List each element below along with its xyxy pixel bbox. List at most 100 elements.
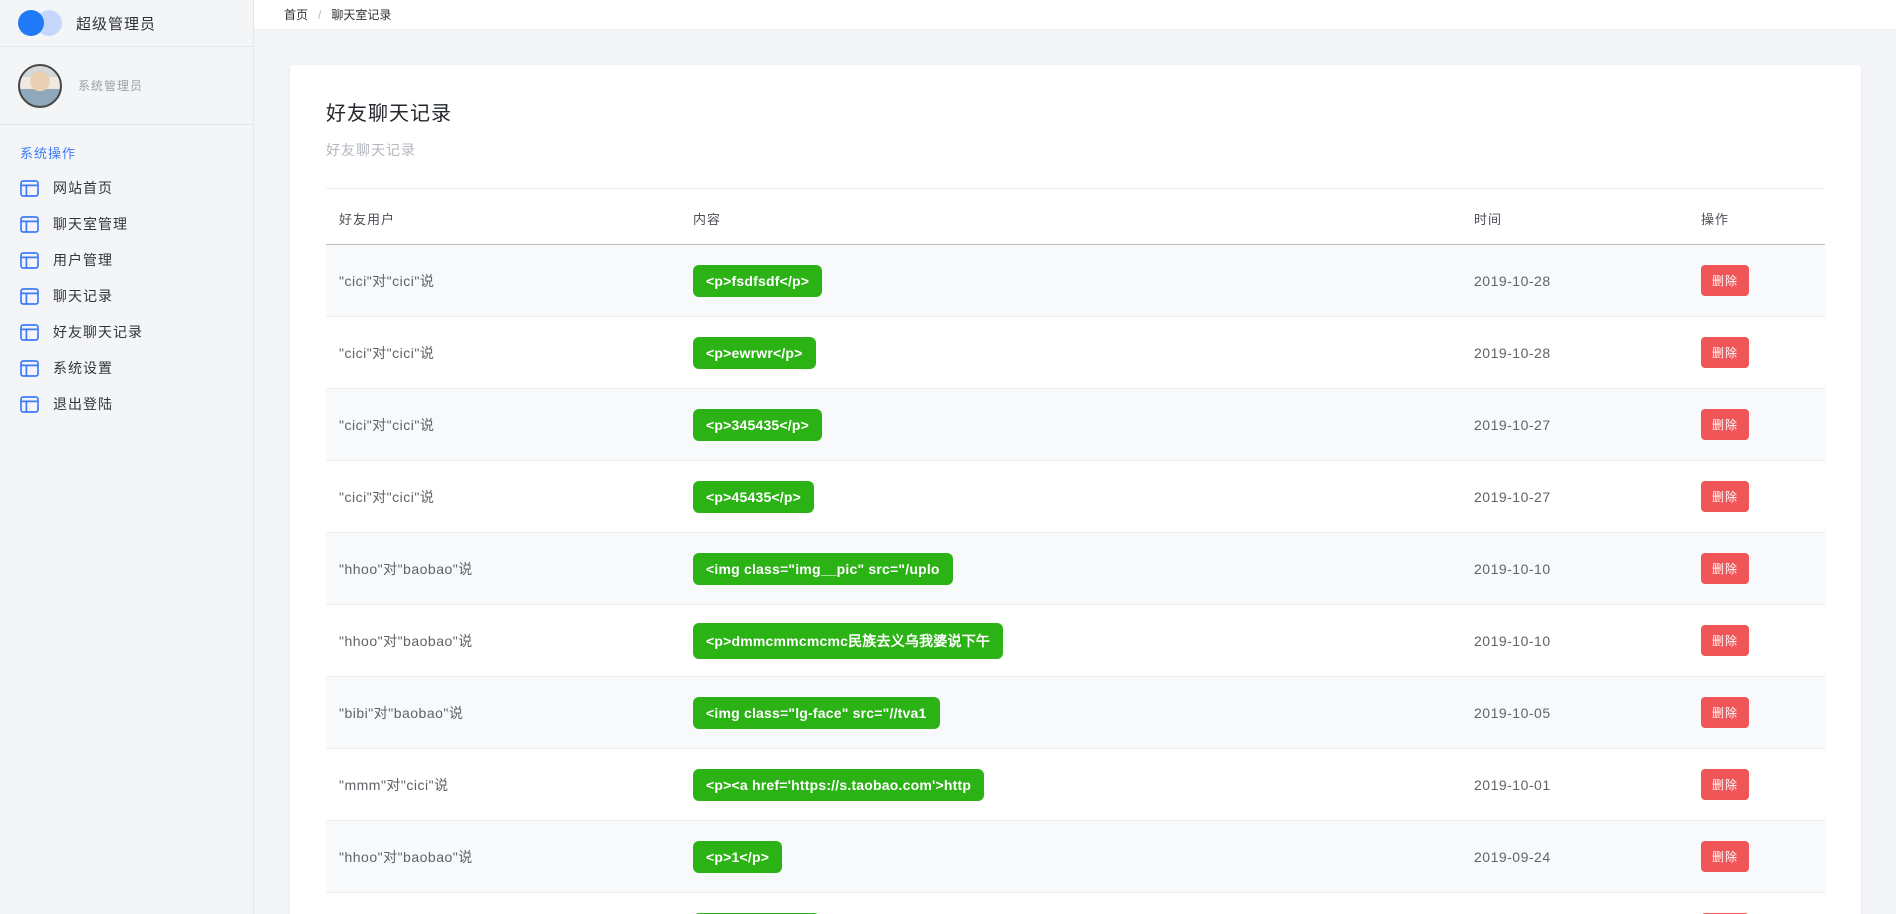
row-content: <p>1</p> xyxy=(680,841,1461,873)
table-row: "hhoo"对"baobao"说 <p>111233</p> 2019-09-2… xyxy=(326,893,1825,914)
content-badge: <p>fsdfsdf</p> xyxy=(693,265,822,297)
delete-button[interactable]: 删除 xyxy=(1701,481,1749,512)
table-row: "hhoo"对"baobao"说 <p>1</p> 2019-09-24 删除 xyxy=(326,821,1825,893)
page-subtitle: 好友聊天记录 xyxy=(326,140,1825,160)
page-title: 好友聊天记录 xyxy=(326,97,1825,126)
table-row: "hhoo"对"baobao"说 <img class="img__pic" s… xyxy=(326,533,1825,605)
row-action: 删除 xyxy=(1688,769,1825,800)
content-badge: <p><a href='https://s.taobao.com'>http xyxy=(693,769,984,801)
sidebar: 超级管理员 系统管理员 系统操作 网站首页 聊天室管理 xyxy=(0,0,254,914)
layout-grid-icon xyxy=(20,252,39,269)
table-header: 好友用户 内容 时间 操作 xyxy=(326,189,1825,245)
sidebar-menu-item-label: 系统设置 xyxy=(53,358,113,378)
row-user: "hhoo"对"baobao"说 xyxy=(326,559,680,579)
row-action: 删除 xyxy=(1688,625,1825,656)
breadcrumb-separator: / xyxy=(318,8,321,22)
table-row: "mmm"对"cici"说 <p><a href='https://s.taob… xyxy=(326,749,1825,821)
delete-button[interactable]: 删除 xyxy=(1701,337,1749,368)
row-user: "cici"对"cici"说 xyxy=(326,343,680,363)
sidebar-menu-item-label: 聊天室管理 xyxy=(53,214,128,234)
row-content: <p>dmmcmmcmcmc民族去义乌我婆说下午 xyxy=(680,623,1461,659)
menu-section-title: 系统操作 xyxy=(20,143,253,162)
sidebar-menu-item[interactable]: 用户管理 xyxy=(20,242,253,278)
row-date: 2019-09-24 xyxy=(1461,849,1688,865)
row-content: <img class="img__pic" src="/uplo xyxy=(680,553,1461,585)
row-date: 2019-10-01 xyxy=(1461,777,1688,793)
row-action: 删除 xyxy=(1688,481,1825,512)
row-user: "mmm"对"cici"说 xyxy=(326,775,680,795)
column-header-action: 操作 xyxy=(1688,209,1825,228)
content-badge: <p>345435</p> xyxy=(693,409,822,441)
row-content: <p>45435</p> xyxy=(680,481,1461,513)
sidebar-menu-item-label: 聊天记录 xyxy=(53,286,113,306)
sidebar-menu-item-label: 用户管理 xyxy=(53,250,113,270)
row-content: <p>ewrwr</p> xyxy=(680,337,1461,369)
delete-button[interactable]: 删除 xyxy=(1701,697,1749,728)
table-body: "cici"对"cici"说 <p>fsdfsdf</p> 2019-10-28… xyxy=(326,245,1825,914)
delete-button[interactable]: 删除 xyxy=(1701,841,1749,872)
app-logo-icon xyxy=(18,10,62,36)
row-user: "hhoo"对"baobao"说 xyxy=(326,847,680,867)
layout-grid-icon xyxy=(20,360,39,377)
content-badge: <img class="img__pic" src="/uplo xyxy=(693,553,953,585)
content-badge: <p>ewrwr</p> xyxy=(693,337,816,369)
menu-items-container: 网站首页 聊天室管理 用户管理 xyxy=(20,170,253,422)
breadcrumb-home[interactable]: 首页 xyxy=(284,6,308,23)
row-action: 删除 xyxy=(1688,409,1825,440)
layout-grid-icon xyxy=(20,324,39,341)
delete-button[interactable]: 删除 xyxy=(1701,553,1749,584)
table-row: "cici"对"cici"说 <p>ewrwr</p> 2019-10-28 删… xyxy=(326,317,1825,389)
table-row: "cici"对"cici"说 <p>fsdfsdf</p> 2019-10-28… xyxy=(326,245,1825,317)
delete-button[interactable]: 删除 xyxy=(1701,265,1749,296)
sidebar-menu-item-label: 退出登陆 xyxy=(53,394,113,414)
sidebar-menu-item[interactable]: 聊天记录 xyxy=(20,278,253,314)
row-user: "cici"对"cici"说 xyxy=(326,415,680,435)
sidebar-menu-item-label: 好友聊天记录 xyxy=(53,322,143,342)
row-date: 2019-10-27 xyxy=(1461,489,1688,505)
sidebar-menu-item-label: 网站首页 xyxy=(53,178,113,198)
table-row: "bibi"对"baobao"说 <img class="lg-face" sr… xyxy=(326,677,1825,749)
layout-grid-icon xyxy=(20,216,39,233)
column-header-user: 好友用户 xyxy=(326,209,680,228)
content-card: 好友聊天记录 好友聊天记录 好友用户 内容 时间 操作 "cici"对"cici… xyxy=(290,65,1861,914)
sidebar-menu-item[interactable]: 退出登陆 xyxy=(20,386,253,422)
row-user: "hhoo"对"baobao"说 xyxy=(326,631,680,651)
breadcrumb-current: 聊天室记录 xyxy=(331,6,391,23)
layout-grid-icon xyxy=(20,396,39,413)
main-content: 好友聊天记录 好友聊天记录 好友用户 内容 时间 操作 "cici"对"cici… xyxy=(254,30,1896,914)
row-user: "bibi"对"baobao"说 xyxy=(326,703,680,723)
column-header-content: 内容 xyxy=(680,209,1461,228)
table-row: "cici"对"cici"说 <p>45435</p> 2019-10-27 删… xyxy=(326,461,1825,533)
sidebar-menu-item[interactable]: 系统设置 xyxy=(20,350,253,386)
row-date: 2019-10-10 xyxy=(1461,633,1688,649)
row-date: 2019-10-05 xyxy=(1461,705,1688,721)
row-user: "cici"对"cici"说 xyxy=(326,271,680,291)
sidebar-menu-item[interactable]: 网站首页 xyxy=(20,170,253,206)
brand-row: 超级管理员 xyxy=(0,0,253,47)
brand-title: 超级管理员 xyxy=(76,13,156,34)
row-date: 2019-10-27 xyxy=(1461,417,1688,433)
delete-button[interactable]: 删除 xyxy=(1701,769,1749,800)
row-date: 2019-10-10 xyxy=(1461,561,1688,577)
topbar: 首页 / 聊天室记录 xyxy=(254,0,1896,30)
row-action: 删除 xyxy=(1688,697,1825,728)
row-date: 2019-10-28 xyxy=(1461,273,1688,289)
row-action: 删除 xyxy=(1688,337,1825,368)
table-row: "hhoo"对"baobao"说 <p>dmmcmmcmcmc民族去义乌我婆说下… xyxy=(326,605,1825,677)
logo-dark-circle xyxy=(18,10,44,36)
layout-grid-icon xyxy=(20,180,39,197)
delete-button[interactable]: 删除 xyxy=(1701,409,1749,440)
user-role-label: 系统管理员 xyxy=(78,77,143,94)
row-content: <img class="lg-face" src="//tva1 xyxy=(680,697,1461,729)
sidebar-menu-item[interactable]: 聊天室管理 xyxy=(20,206,253,242)
delete-button[interactable]: 删除 xyxy=(1701,625,1749,656)
sidebar-menu: 系统操作 网站首页 聊天室管理 xyxy=(0,125,253,422)
row-action: 删除 xyxy=(1688,265,1825,296)
content-badge: <p>45435</p> xyxy=(693,481,814,513)
row-action: 删除 xyxy=(1688,841,1825,872)
row-action: 删除 xyxy=(1688,553,1825,584)
row-content: <p>fsdfsdf</p> xyxy=(680,265,1461,297)
content-badge: <p>dmmcmmcmcmc民族去义乌我婆说下午 xyxy=(693,623,1003,659)
row-content: <p>345435</p> xyxy=(680,409,1461,441)
sidebar-menu-item[interactable]: 好友聊天记录 xyxy=(20,314,253,350)
